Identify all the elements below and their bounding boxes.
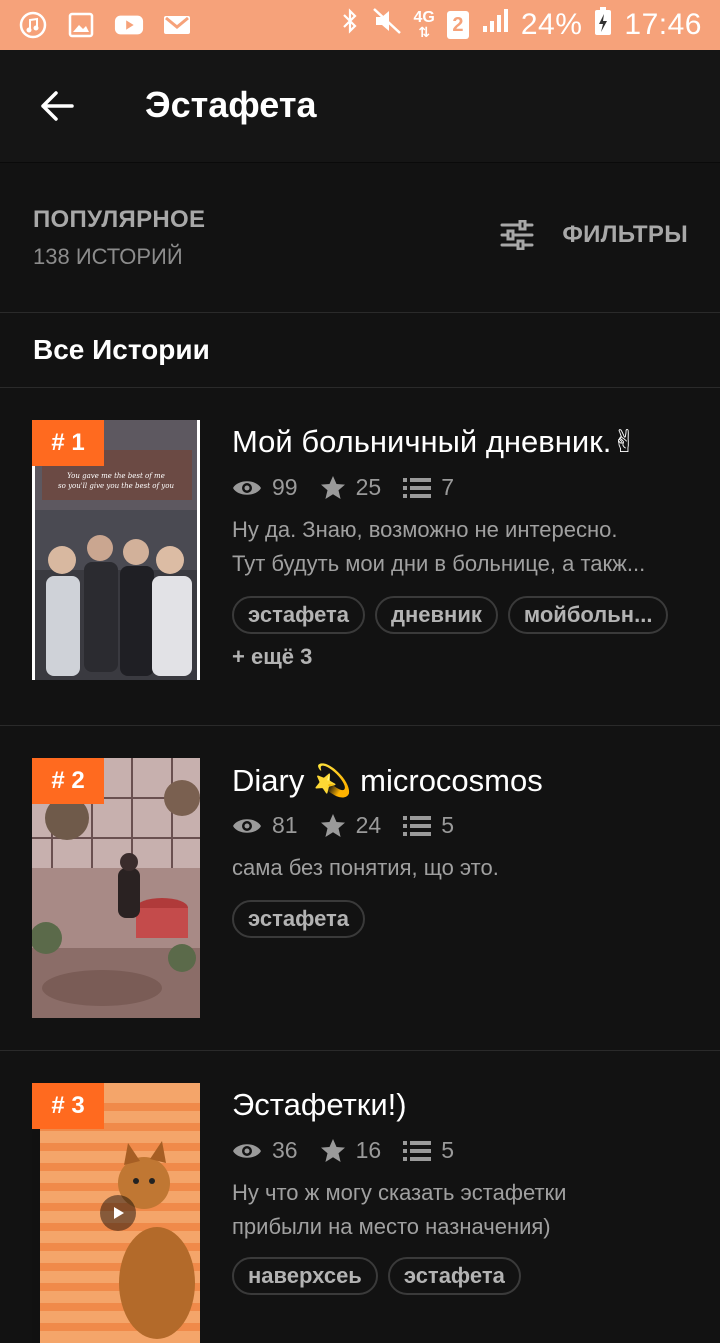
votes-count: 24 [355,812,382,838]
bluetooth-icon [340,7,360,43]
svg-text:so you'll give you the best of: so you'll give you the best of you [58,482,174,490]
network-icon: 4G ⇅ [413,8,435,40]
back-button[interactable] [30,80,82,132]
page-title: Эстафета [145,84,317,125]
svg-text:You gave me the best of me: You gave me the best of me [67,472,165,480]
desc-line: Тут будуть мои дни в больнице, а такж... [232,551,646,576]
votes-count: 25 [355,474,382,500]
star-icon [320,813,345,837]
eye-icon [233,1143,261,1158]
story-description: Ну что ж могу сказать эстафетки прибыли … [232,1176,692,1244]
story-cover[interactable]: # 2 [32,758,200,1018]
story-description: Ну да. Знаю, возможно не интересно. Тут … [232,513,692,581]
star-icon [320,475,345,499]
sim-icon: 2 [446,11,469,39]
parts-count: 7 [441,474,454,500]
story-stats: 99 25 7 [232,474,454,501]
section-title: Все Истории [33,334,210,365]
play-icon [100,1195,136,1231]
story-item[interactable]: You gave me the best of me so you'll giv… [0,388,720,725]
battery-percent: 24% [520,8,583,41]
mute-icon [372,7,402,43]
story-title[interactable]: Эстафетки!) [232,1087,407,1123]
story-item[interactable]: # 2 Diary 💫 microcosmos 81 24 5 сама без… [0,726,720,1050]
list-icon [403,1140,432,1161]
battery-charging-icon [594,6,612,44]
story-title[interactable]: Diary 💫 microcosmos [232,762,543,799]
desc-line: прибыли на место назначения) [232,1214,551,1239]
sort-dropdown[interactable]: ПОПУЛЯРНОЕ [33,206,205,234]
desc-line: Ну что ж могу сказать эстафетки [232,1180,567,1205]
arrow-left-icon [41,91,74,121]
desc-line: Ну да. Знаю, возможно не интересно. [232,517,618,542]
gmail-icon [162,12,192,38]
rank-badge: # 3 [32,1083,104,1129]
signal-icon [481,8,509,42]
parts-count: 5 [441,1137,454,1163]
clock: 17:46 [624,8,702,41]
tag-chip[interactable]: мойбольн... [507,596,669,634]
eye-icon [233,480,261,495]
story-stats: 36 16 5 [232,1137,454,1164]
status-bar: 4G ⇅ 2 24% 17:46 [0,0,720,50]
sort-row: ПОПУЛЯРНОЕ 138 ИСТОРИЙ ФИЛЬТРЫ [0,162,720,313]
story-description: сама без понятия, що это. [232,851,692,885]
eye-icon [233,818,261,833]
music-icon [18,11,48,39]
story-tags: наверхсеь эстафета [232,1257,692,1295]
tag-chip[interactable]: эстафета [232,900,366,938]
tag-chip[interactable]: дневник [375,596,498,634]
story-count: 138 ИСТОРИЙ [33,244,183,269]
story-title[interactable]: Мой больничный дневник.✌ [232,424,637,460]
story-stats: 81 24 5 [232,812,454,839]
filters-button[interactable]: ФИЛЬТРЫ [500,220,688,250]
story-cover[interactable]: # 3 [32,1083,200,1343]
views-count: 81 [272,812,298,838]
views-count: 36 [272,1137,298,1163]
rank-badge: # 1 [32,420,104,466]
rank-badge: # 2 [32,758,104,804]
parts-count: 5 [441,812,454,838]
story-item[interactable]: # 3 Эстафетки!) 36 16 5 Ну что ж могу ск… [0,1051,720,1343]
tag-chip[interactable]: эстафета [387,1257,521,1295]
star-icon [320,1138,345,1162]
views-count: 99 [272,474,298,500]
app-bar: Эстафета [0,50,720,163]
desc-line: сама без понятия, що это. [232,855,499,880]
list-icon [403,815,432,836]
story-cover[interactable]: You gave me the best of me so you'll giv… [32,420,200,680]
filters-label: ФИЛЬТРЫ [562,221,688,248]
votes-count: 16 [355,1137,382,1163]
list-icon [403,477,432,498]
tag-chip[interactable]: наверхсеь [232,1257,378,1295]
gallery-icon [66,12,96,38]
youtube-icon [114,12,144,38]
more-tags-link[interactable]: + ещё 3 [232,644,312,670]
sliders-icon [500,220,534,250]
tag-chip[interactable]: эстафета [232,596,366,634]
story-tags: эстафета [232,900,692,938]
story-tags: эстафета дневник мойбольн... + ещё 3 [232,596,692,670]
